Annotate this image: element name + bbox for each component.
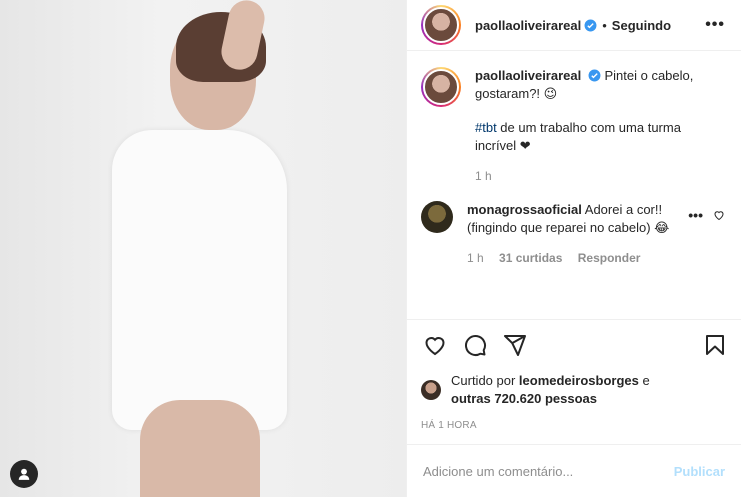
photo-shirt xyxy=(112,130,287,430)
caption-rest: de um trabalho com uma turma incrível ❤ xyxy=(475,120,681,153)
reply-button[interactable]: Responder xyxy=(578,251,641,265)
more-options-icon[interactable]: ••• xyxy=(705,16,725,34)
post-dialog: paollaoliveirareal • Seguindo ••• paolla… xyxy=(0,0,741,497)
share-icon[interactable] xyxy=(501,331,529,359)
hashtag-link[interactable]: #tbt xyxy=(475,120,497,135)
post-image[interactable] xyxy=(0,0,406,497)
comment-like-icon[interactable] xyxy=(713,209,725,221)
bookmark-icon[interactable] xyxy=(701,331,729,359)
caption-author[interactable]: paollaoliveirareal xyxy=(475,68,581,83)
post-side-panel: paollaoliveirareal • Seguindo ••• paolla… xyxy=(406,0,741,497)
comment-icon[interactable] xyxy=(461,331,489,359)
heart-icon[interactable] xyxy=(421,331,449,359)
caption: paollaoliveirareal Pintei o cabelo, gost… xyxy=(421,67,725,185)
liker-username[interactable]: leomedeirosborges xyxy=(519,373,639,388)
comment-likes[interactable]: 31 curtidas xyxy=(499,251,562,265)
verified-badge-icon xyxy=(584,19,597,31)
follow-button[interactable]: Seguindo xyxy=(612,18,671,33)
photo-leg xyxy=(140,400,260,497)
author-username[interactable]: paollaoliveirareal xyxy=(475,18,581,33)
comments-list: paollaoliveirareal Pintei o cabelo, gost… xyxy=(407,51,741,320)
likes-summary: Curtido por leomedeirosborges e outras 7… xyxy=(407,370,741,410)
caption-author-avatar[interactable] xyxy=(421,67,461,107)
liker-avatar[interactable] xyxy=(421,380,441,400)
user-tag-icon[interactable] xyxy=(10,460,38,488)
author-avatar[interactable] xyxy=(421,5,461,45)
comment-time[interactable]: 1 h xyxy=(467,251,484,265)
commenter-avatar[interactable] xyxy=(421,201,453,233)
comment-options-icon[interactable]: ••• xyxy=(688,207,703,223)
comment-item: monagrossaoficial Adorei a cor!! (fingin… xyxy=(421,201,725,267)
caption-time[interactable]: 1 h xyxy=(475,169,492,183)
post-timestamp[interactable]: HÁ 1 HORA xyxy=(407,420,741,444)
publish-button[interactable]: Publicar xyxy=(674,464,725,479)
add-comment-bar: Publicar xyxy=(407,444,741,497)
commenter-username[interactable]: monagrossaoficial xyxy=(467,202,582,217)
action-bar xyxy=(407,320,741,370)
post-header: paollaoliveirareal • Seguindo ••• xyxy=(407,0,741,51)
comment-input[interactable] xyxy=(423,463,674,479)
verified-badge-icon xyxy=(588,69,601,82)
likes-others-link[interactable]: outras 720.620 pessoas xyxy=(451,391,597,406)
